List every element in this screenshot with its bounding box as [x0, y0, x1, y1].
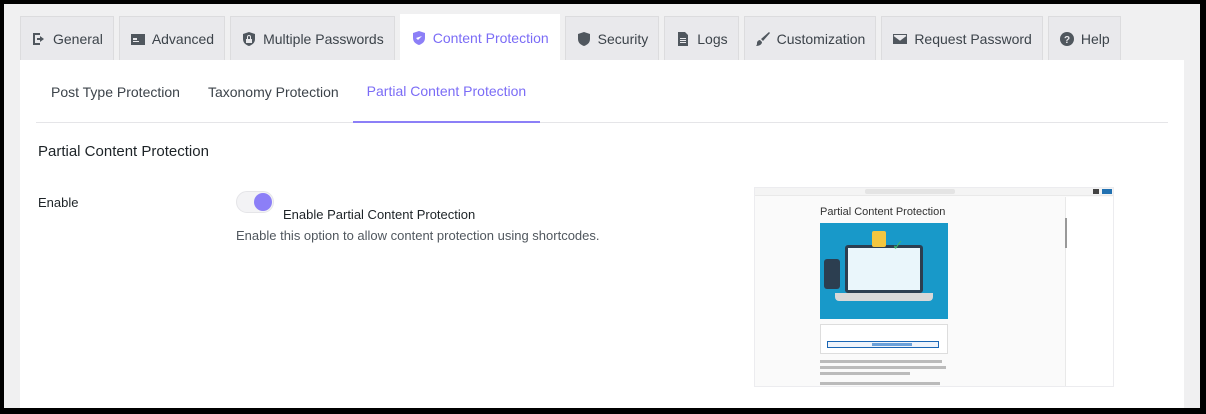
- tab-label: Request Password: [914, 30, 1032, 47]
- tab-label: Help: [1080, 30, 1110, 47]
- toggle-label: Enable Partial Content Protection: [283, 207, 476, 222]
- email-icon: [892, 31, 908, 47]
- tab-label: Security: [597, 30, 649, 47]
- lock-icon: [872, 231, 886, 247]
- preview-text-line: [820, 366, 946, 369]
- enable-label: Enable: [38, 195, 79, 210]
- preview-title: Partial Content Protection: [820, 206, 946, 218]
- document-icon: [675, 31, 691, 47]
- tab-advanced[interactable]: Advanced: [118, 16, 226, 60]
- preview-text-line: [820, 382, 940, 385]
- laptop-base-illustration: [835, 293, 933, 301]
- tab-label: Logs: [697, 30, 728, 47]
- tab-label: Content Protection: [432, 29, 549, 46]
- tab-label: Multiple Passwords: [263, 30, 384, 47]
- phone-illustration: [824, 259, 840, 289]
- enable-toggle[interactable]: [236, 191, 274, 213]
- section-title: Partial Content Protection: [38, 143, 209, 160]
- preview-text-line: [820, 372, 910, 375]
- tab-help[interactable]: ? Help: [1047, 16, 1121, 60]
- field-description: Enable this option to allow content prot…: [236, 228, 600, 243]
- preview-hero-image: ✓: [820, 223, 948, 319]
- subtab-partial-content-protection[interactable]: Partial Content Protection: [352, 60, 541, 123]
- check-icon: ✓: [892, 237, 904, 253]
- toggle-knob: [254, 193, 272, 211]
- laptop-illustration: [845, 245, 923, 293]
- admin-generic-icon: [130, 31, 146, 47]
- tab-multiple-passwords[interactable]: Multiple Passwords: [230, 16, 395, 60]
- preview-screenshot: Partial Content Protection ✓: [754, 187, 1114, 387]
- tab-content-protection[interactable]: Content Protection: [399, 14, 560, 60]
- tab-customization[interactable]: Customization: [743, 16, 877, 60]
- preview-url-bar: [865, 189, 955, 194]
- svg-text:?: ?: [1064, 35, 1070, 46]
- tab-label: General: [53, 30, 103, 47]
- tab-security[interactable]: Security: [564, 16, 660, 60]
- shield-check-icon: [411, 30, 427, 46]
- tab-general[interactable]: General: [20, 16, 114, 60]
- shield-icon: [241, 31, 257, 47]
- main-tabbar: General Advanced Multiple Passwords Cont…: [20, 14, 1126, 60]
- subtab-taxonomy-protection[interactable]: Taxonomy Protection: [194, 60, 353, 123]
- tab-request-password[interactable]: Request Password: [881, 16, 1043, 60]
- preview-toolbar-button: [1093, 189, 1099, 194]
- shield-alt-icon: [576, 31, 592, 47]
- preview-text-line: [820, 360, 942, 363]
- settings-frame: General Advanced Multiple Passwords Cont…: [4, 4, 1200, 408]
- brush-icon: [755, 31, 771, 47]
- preview-topbar: [755, 188, 1113, 196]
- preview-publish-button: [1102, 189, 1112, 194]
- preview-sidebar: [1065, 197, 1113, 386]
- subtab-bar: Post Type Protection Taxonomy Protection…: [36, 60, 1168, 123]
- preview-shortcode-input: [827, 341, 939, 348]
- tab-label: Advanced: [151, 30, 215, 47]
- preview-shortcode-block: [820, 324, 948, 354]
- tab-logs[interactable]: Logs: [664, 16, 739, 60]
- tab-label: Customization: [776, 30, 866, 47]
- subtab-post-type-protection[interactable]: Post Type Protection: [36, 60, 194, 123]
- content-panel: Post Type Protection Taxonomy Protection…: [20, 60, 1184, 408]
- sign-in-icon: [31, 31, 47, 47]
- help-icon: ?: [1059, 31, 1075, 47]
- preview-scrollbar: [1065, 218, 1067, 248]
